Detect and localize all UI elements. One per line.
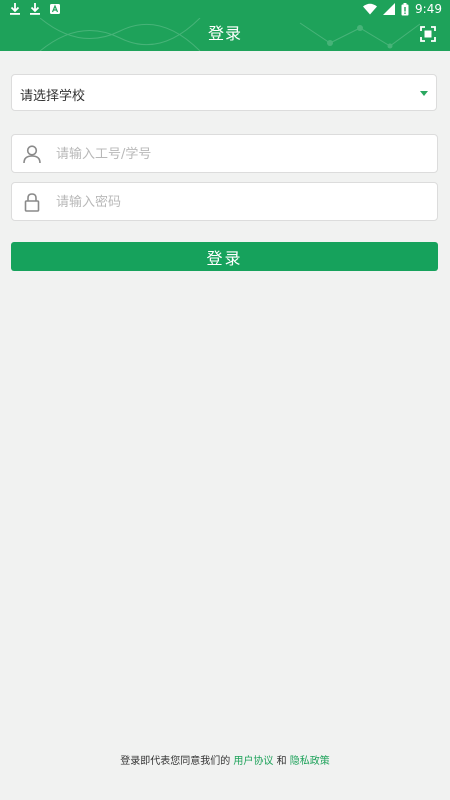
agreement-conjunction: 和 [276,756,287,767]
school-select-label: 请选择学校 [20,89,86,104]
password-input[interactable] [54,189,428,216]
page-title: 登录 [207,24,242,43]
agreement-footer: 登录即代表您同意我们的 用户协议 和 隐私政策 [0,755,450,769]
agreement-prefix: 登录即代表您同意我们的 [120,756,231,767]
password-field[interactable] [11,182,438,221]
notification-a-icon [50,4,60,14]
user-agreement-link[interactable]: 用户协议 [233,756,273,767]
signal-icon [383,3,396,15]
username-input[interactable] [54,141,428,168]
dropdown-arrow-icon [420,91,428,96]
download-icon [30,3,40,15]
battery-icon [401,2,409,15]
username-field[interactable] [11,134,438,173]
lock-icon [24,193,40,212]
status-bar: 9:49 [0,0,450,18]
status-bar-notifications [9,2,61,16]
download-icon [10,3,20,15]
status-time: 9:49 [415,2,442,16]
scan-icon[interactable] [420,26,436,42]
login-button[interactable]: 登录 [11,242,438,271]
wifi-icon [363,3,378,15]
user-icon [23,145,41,164]
status-bar-system: 9:49 [363,1,442,17]
school-select[interactable]: 请选择学校 [11,74,437,111]
app-bar: 登录 [0,18,450,51]
privacy-policy-link[interactable]: 隐私政策 [290,756,330,767]
